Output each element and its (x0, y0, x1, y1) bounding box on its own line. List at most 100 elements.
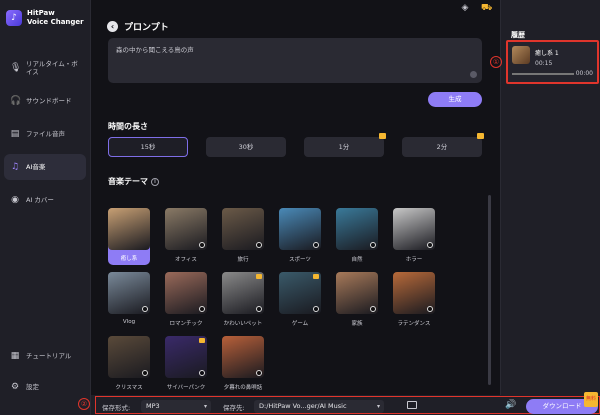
play-badge-icon (427, 242, 433, 248)
playback-time: 00:00 (575, 70, 593, 77)
playback-progress[interactable] (512, 73, 574, 75)
free-tag: 無料 (583, 392, 598, 407)
brand-product: Voice Changer (27, 18, 84, 26)
theme-tile[interactable]: オフィス (165, 208, 207, 263)
scrollbar[interactable] (488, 195, 491, 385)
history-panel: 履歴 癒し系 1 00:15 00:00 (500, 0, 600, 395)
theme-thumbnail (165, 208, 207, 250)
play-badge-icon (256, 306, 262, 312)
sidebar-item-label: サウンドボード (26, 97, 72, 105)
play-badge-icon (199, 370, 205, 376)
play-badge-icon (370, 306, 376, 312)
destination-label: 保存先: (223, 404, 245, 412)
theme-tile[interactable]: Vlog (108, 272, 150, 325)
duration-option-15s[interactable]: 15秒 (108, 137, 188, 157)
theme-label: かわいいペット (223, 321, 263, 327)
chevron-down-icon: ▾ (376, 403, 380, 410)
volume-icon[interactable]: 🔊 (505, 400, 516, 410)
play-badge-icon (142, 370, 148, 376)
download-button[interactable]: ダウンロード 無料 (526, 392, 598, 414)
headphones-icon: 🎧 (10, 96, 22, 106)
theme-label: サイバーパンク (166, 385, 206, 391)
play-badge-icon (199, 242, 205, 248)
play-badge-icon (427, 306, 433, 312)
back-button[interactable]: ‹ (107, 21, 118, 32)
history-item-duration: 00:15 (535, 60, 553, 67)
duration-option-30s[interactable]: 30秒 (206, 137, 286, 157)
theme-tile[interactable]: 自然 (336, 208, 378, 263)
theme-tile[interactable]: 夕暮れの鼻唄話 (222, 336, 264, 391)
play-badge-icon (313, 306, 319, 312)
theme-tile[interactable]: サイバーパンク (165, 336, 207, 391)
sidebar-nav: 🎙 リアルタイム・ボイス 🎧 サウンドボード ▤ ファイル音声 ♫ AI音楽 ◉… (4, 55, 86, 220)
theme-title: 音楽テーマ i (108, 176, 159, 187)
theme-thumbnail (108, 272, 150, 314)
premium-crown-icon (256, 274, 262, 279)
duration-option-1m[interactable]: 1分 (304, 133, 386, 157)
sidebar-bottom: ▦ チュートリアル ⚙ 設定 (4, 345, 86, 407)
sidebar-item-label: 設定 (26, 383, 39, 391)
sidebar: ♪ HitPaw Voice Changer 🎙 リアルタイム・ボイス 🎧 サウ… (0, 0, 91, 415)
clear-icon[interactable] (470, 71, 477, 78)
theme-label: 癒し系 (120, 256, 138, 262)
theme-tile[interactable]: クリスマス (108, 336, 150, 391)
sidebar-item-settings[interactable]: ⚙ 設定 (4, 376, 86, 398)
duration-options: 15秒 30秒 1分 2分 (108, 133, 484, 157)
theme-tile[interactable]: かわいいペット (222, 272, 264, 327)
theme-tile[interactable]: ホラー (393, 208, 435, 263)
generate-button[interactable]: 生成 (428, 92, 482, 107)
discord-icon[interactable]: ◈ (460, 3, 470, 13)
chevron-down-icon: ▾ (203, 403, 207, 410)
sidebar-item-label: AI音楽 (26, 163, 46, 171)
premium-crown-icon (313, 274, 319, 279)
info-icon[interactable]: i (151, 177, 159, 186)
theme-tile[interactable]: ゲーム (279, 272, 321, 327)
folder-icon[interactable] (407, 401, 417, 409)
sidebar-item-label: チュートリアル (26, 352, 72, 360)
theme-thumbnail (108, 336, 150, 378)
gear-icon: ⚙ (10, 382, 20, 392)
theme-tile[interactable]: 家族 (336, 272, 378, 327)
theme-label: ホラー (405, 257, 423, 263)
premium-crown-icon (379, 133, 386, 139)
sidebar-item-soundboard[interactable]: 🎧 サウンドボード (4, 88, 86, 114)
page-title: プロンプト (124, 23, 169, 33)
sidebar-item-tutorial[interactable]: ▦ チュートリアル (4, 345, 86, 367)
sidebar-item-ai-music[interactable]: ♫ AI音楽 (4, 154, 86, 180)
ai-cover-icon: ◉ (11, 195, 19, 205)
theme-tile[interactable]: 癒し系 (108, 208, 150, 265)
theme-label: Vlog (122, 319, 136, 325)
theme-tile[interactable]: ロマンチック (165, 272, 207, 327)
theme-thumbnail (222, 336, 264, 378)
theme-thumbnail (165, 272, 207, 314)
format-select[interactable]: MP3 ▾ (141, 400, 211, 413)
sidebar-item-label: リアルタイム・ボイス (26, 60, 78, 76)
premium-crown-icon (477, 133, 484, 139)
tutorial-icon: ▦ (10, 351, 20, 361)
history-item[interactable]: 癒し系 1 00:15 00:00 (506, 40, 599, 84)
brand-name: HitPaw (27, 9, 55, 17)
theme-tile[interactable]: ラテンダンス (393, 272, 435, 327)
duration-option-2m[interactable]: 2分 (402, 133, 484, 157)
theme-thumbnail (279, 208, 321, 250)
theme-thumbnail (279, 272, 321, 314)
theme-tile[interactable]: スポーツ (279, 208, 321, 263)
sidebar-item-file-voice[interactable]: ▤ ファイル音声 (4, 121, 86, 147)
destination-select[interactable]: D:/HitPaw Vo...ger/AI Music ▾ (254, 400, 384, 413)
sidebar-item-realtime[interactable]: 🎙 リアルタイム・ボイス (4, 55, 86, 81)
theme-label: 自然 (351, 257, 363, 263)
theme-tile[interactable]: 旅行 (222, 208, 264, 263)
theme-label: 旅行 (237, 257, 249, 263)
prompt-input[interactable]: 森の中から聞こえる鳥の声 (108, 38, 482, 83)
play-badge-icon (370, 242, 376, 248)
theme-thumbnail (222, 208, 264, 250)
play-badge-icon (256, 370, 262, 376)
theme-thumbnail (393, 208, 435, 250)
theme-thumbnail (165, 336, 207, 378)
history-thumbnail (512, 46, 530, 64)
theme-thumbnail (393, 272, 435, 314)
theme-label: オフィス (175, 257, 197, 263)
cart-icon[interactable]: ⛟ (481, 3, 492, 13)
sidebar-item-ai-cover[interactable]: ◉ AI カバー (4, 187, 86, 213)
file-icon: ▤ (10, 129, 20, 139)
